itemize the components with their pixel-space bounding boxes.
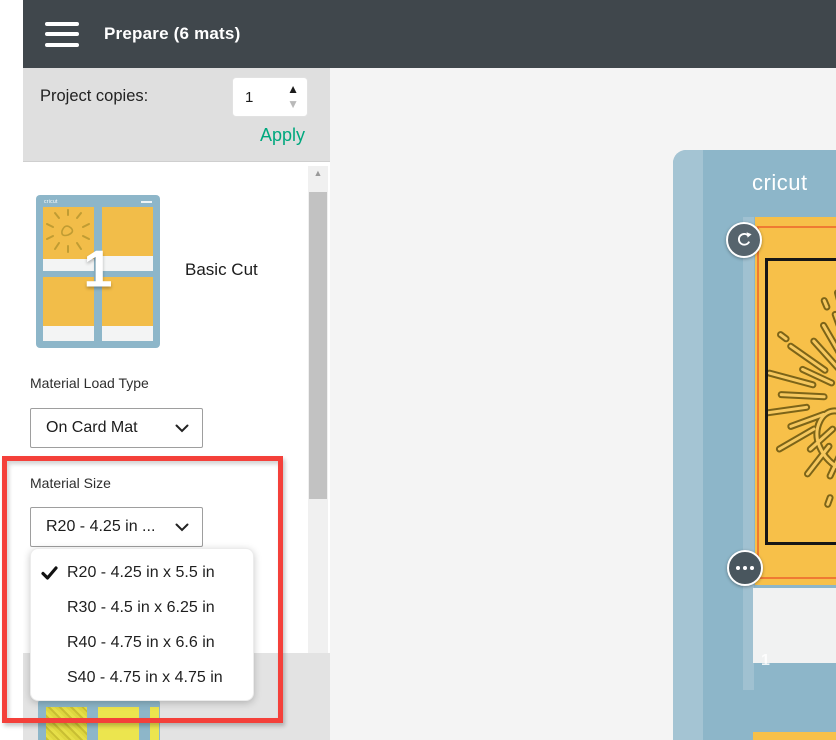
material-load-type-select[interactable]: On Card Mat <box>30 408 203 448</box>
more-options-handle[interactable] <box>727 550 763 586</box>
mat-list-panel: ▲ cricut <box>23 162 330 740</box>
stepper-down-icon[interactable]: ▼ <box>287 97 299 112</box>
project-copies-panel: Project copies: ▲ ▼ Apply <box>23 68 330 162</box>
thumbnail-corner-mark <box>141 201 152 203</box>
size-option-label: R40 - 4.75 in x 6.6 in <box>67 634 215 652</box>
rotate-handle[interactable] <box>726 222 762 258</box>
mat-slot-number: 1 <box>761 652 770 670</box>
design-cut-frame <box>765 258 836 545</box>
scrollbar-up-icon[interactable]: ▲ <box>308 168 328 178</box>
size-option-check-0 <box>41 566 67 580</box>
material-size-dropdown-menu: R20 - 4.25 in x 5.5 in R30 - 4.5 in x 6.… <box>30 548 254 701</box>
thumbnail-brand-label: cricut <box>44 199 58 205</box>
material-size-select[interactable]: R20 - 4.25 in ... <box>30 507 203 547</box>
project-copies-label: Project copies: <box>40 87 148 106</box>
rotate-icon <box>734 230 754 250</box>
material-load-type-value: On Card Mat <box>46 419 138 437</box>
chevron-down-icon <box>175 523 189 532</box>
mat-2-thumbnail[interactable] <box>38 700 160 740</box>
card-mat[interactable]: cricut <box>673 150 836 740</box>
copies-input[interactable] <box>233 89 267 106</box>
page-title: Prepare (6 mats) <box>104 24 240 44</box>
mat-number-badge: 1 <box>36 239 160 299</box>
card-slot-1[interactable] <box>755 217 836 585</box>
scrollbar-track[interactable]: ▲ <box>308 166 328 655</box>
apply-button[interactable]: Apply <box>260 125 305 146</box>
scrollbar-thumb[interactable] <box>309 192 327 499</box>
mat-1-thumbnail[interactable]: cricut 1 <box>36 195 160 348</box>
stepper-up-icon[interactable]: ▲ <box>287 82 299 97</box>
mat-edge-strip <box>673 150 703 740</box>
ellipsis-icon <box>736 566 754 570</box>
card-slot-2-edge <box>753 732 836 740</box>
prepare-screen: Prepare (6 mats) Project copies: ▲ ▼ App… <box>0 0 836 740</box>
material-size-label: Material Size <box>30 475 111 491</box>
check-icon <box>41 566 58 580</box>
material-size-value: R20 - 4.25 in ... <box>46 518 155 536</box>
header-bar: Prepare (6 mats) <box>23 0 836 68</box>
material-load-type-label: Material Load Type <box>30 375 149 391</box>
mat-canvas: cricut <box>330 68 836 740</box>
size-option-label: S40 - 4.75 in x 4.75 in <box>67 669 223 687</box>
sun-design-doodle <box>768 261 836 542</box>
size-option-label: R30 - 4.5 in x 6.25 in <box>67 599 215 617</box>
size-option-r30[interactable]: R30 - 4.5 in x 6.25 in <box>31 590 253 625</box>
chevron-down-icon <box>175 424 189 433</box>
size-option-s40[interactable]: S40 - 4.75 in x 4.75 in <box>31 660 253 695</box>
size-option-label: R20 - 4.25 in x 5.5 in <box>67 564 215 582</box>
copies-stepper: ▲ ▼ <box>232 77 308 117</box>
size-option-r40[interactable]: R40 - 4.75 in x 6.6 in <box>31 625 253 660</box>
mat-brand-logo: cricut <box>752 170 808 196</box>
size-option-r20[interactable]: R20 - 4.25 in x 5.5 in <box>31 555 253 590</box>
menu-hamburger-icon[interactable] <box>45 22 79 47</box>
cut-type-label: Basic Cut <box>185 260 258 280</box>
